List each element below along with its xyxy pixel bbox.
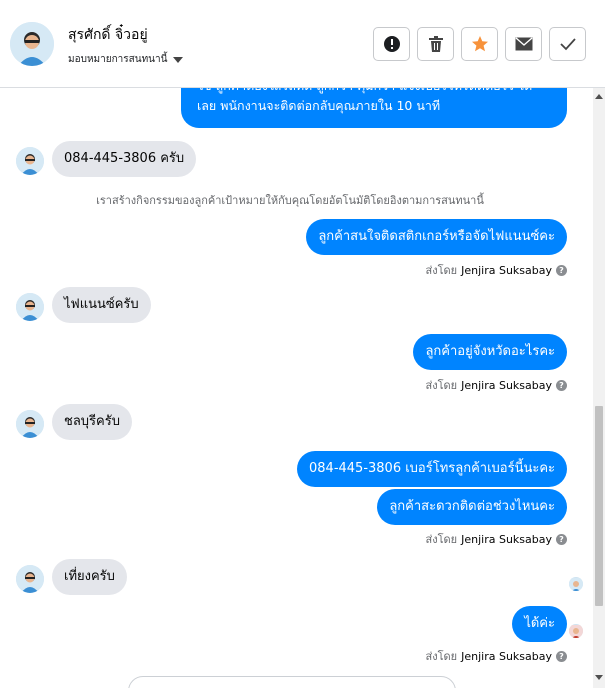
alert-icon xyxy=(383,36,400,52)
outgoing-message: ลูกค้าอยู่จังหวัดอะไรคะ xyxy=(413,334,567,370)
contact-avatar-small xyxy=(16,565,44,593)
scroll-up-icon[interactable] xyxy=(595,94,603,99)
incoming-message: เที่ยงครับ xyxy=(52,559,127,595)
message-thread[interactable]: ใช่ ลูกค้าต้องใส่รถที่ดี ถูกกว่า คุ้มกว่… xyxy=(0,88,593,688)
help-icon[interactable]: ? xyxy=(556,379,567,391)
contact-avatar-small xyxy=(16,147,44,175)
outgoing-message: 084-445-3806 เบอร์โทรลูกค้าเบอร์นี้นะคะ xyxy=(297,451,567,487)
system-note: เราสร้างกิจกรรมของลูกค้าเป้าหมายให้กับคุ… xyxy=(96,194,484,207)
agent-name: Jenjira Suksabay xyxy=(461,263,552,277)
incoming-message: 084-445-3806 ครับ xyxy=(52,141,197,177)
message-composer[interactable] xyxy=(128,676,456,688)
caret-down-icon xyxy=(173,56,184,63)
agent-avatar-small xyxy=(569,624,583,638)
assign-label: มอบหมายการสนทนานี้ xyxy=(68,54,168,65)
header-actions xyxy=(373,27,586,61)
help-icon[interactable]: ? xyxy=(556,650,567,662)
sent-by-line: ส่งโดย Jenjira Suksabay ? xyxy=(426,376,567,394)
report-button[interactable] xyxy=(373,27,410,61)
envelope-icon xyxy=(515,37,532,51)
star-icon xyxy=(471,36,488,52)
sent-by-label: ส่งโดย xyxy=(425,533,458,546)
agent-name: Jenjira Suksabay xyxy=(461,649,552,663)
sent-by-line: ส่งโดย Jenjira Suksabay ? xyxy=(426,530,567,548)
sent-by-line: ส่งโดย Jenjira Suksabay ? xyxy=(426,647,567,665)
delete-button[interactable] xyxy=(417,27,454,61)
sent-by-line: ส่งโดย Jenjira Suksabay ? xyxy=(426,261,567,279)
mark-done-button[interactable] xyxy=(549,27,586,61)
seen-avatar xyxy=(569,577,583,591)
trash-icon xyxy=(428,36,443,52)
outgoing-message: ได้ค่ะ xyxy=(512,606,567,642)
contact-avatar-small xyxy=(16,410,44,438)
sent-by-label: ส่งโดย xyxy=(425,379,458,392)
check-icon xyxy=(559,38,576,51)
help-icon[interactable]: ? xyxy=(556,533,567,545)
outgoing-message: ลูกค้าสนใจติดสติกเกอร์หรือจัดไฟแนนซ์คะ xyxy=(306,219,567,255)
incoming-message: ไฟแนนซ์ครับ xyxy=(52,287,151,323)
scroll-down-icon[interactable] xyxy=(595,675,603,680)
help-icon[interactable]: ? xyxy=(556,264,567,276)
contact-name: สุรศักดิ์ จิ๋วอยู่ xyxy=(68,27,148,43)
agent-name: Jenjira Suksabay xyxy=(461,378,552,392)
scrollbar-thumb[interactable] xyxy=(595,406,603,606)
scrollbar[interactable] xyxy=(593,88,605,688)
contact-avatar[interactable] xyxy=(10,22,54,66)
sent-by-label: ส่งโดย xyxy=(425,650,458,663)
mail-button[interactable] xyxy=(505,27,542,61)
conversation-header: สุรศักดิ์ จิ๋วอยู่ มอบหมายการสนทนานี้ xyxy=(0,0,605,88)
outgoing-message: ใช่ ลูกค้าต้องใส่รถที่ดี ถูกกว่า คุ้มกว่… xyxy=(181,88,567,128)
contact-avatar-small xyxy=(16,293,44,321)
incoming-message: ชลบุรีครับ xyxy=(52,404,132,440)
agent-name: Jenjira Suksabay xyxy=(461,532,552,546)
sent-by-label: ส่งโดย xyxy=(425,264,458,277)
outgoing-message: ลูกค้าสะดวกติดต่อช่วงไหนคะ xyxy=(377,489,567,525)
star-button[interactable] xyxy=(461,27,498,61)
assign-conversation-dropdown[interactable]: มอบหมายการสนทนานี้ xyxy=(68,52,184,67)
